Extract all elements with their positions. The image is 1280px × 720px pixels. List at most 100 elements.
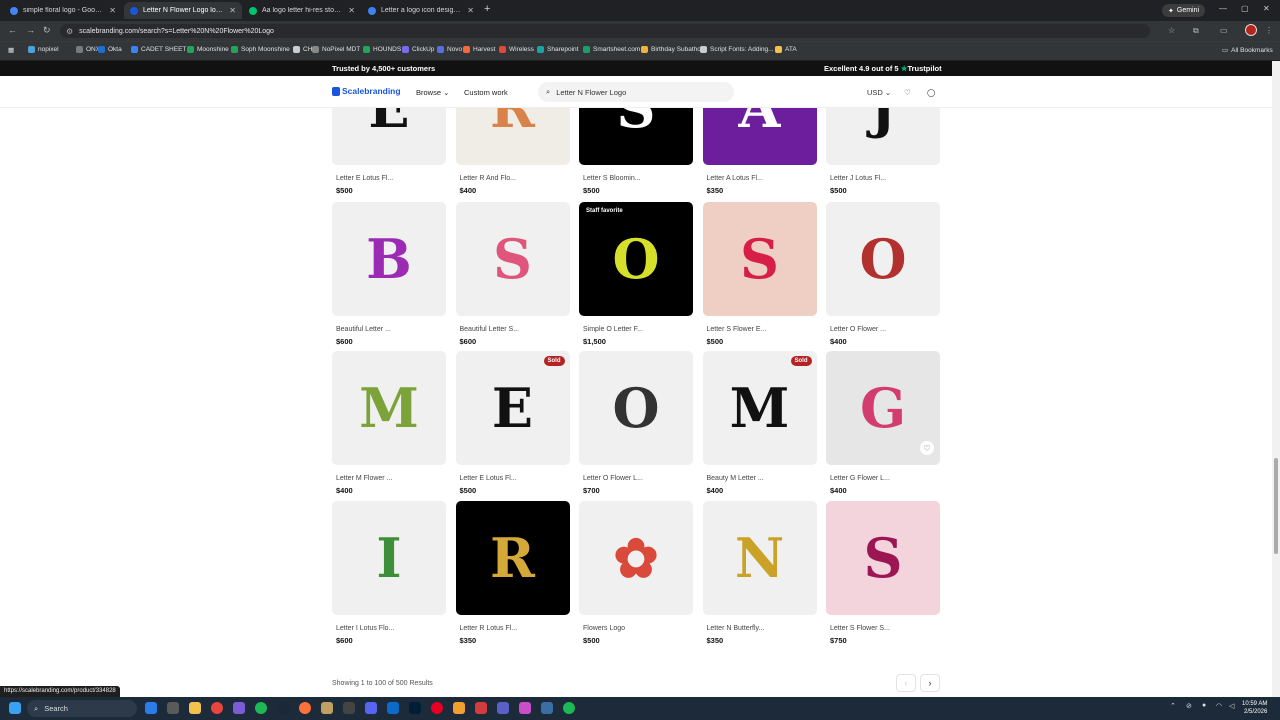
- bookmark-star-icon[interactable]: ☆: [1168, 26, 1175, 35]
- edge-icon[interactable]: [145, 702, 157, 714]
- currency-select[interactable]: USD ⌄: [867, 88, 891, 97]
- browser-tab[interactable]: Letter a logo icon design template✕: [362, 2, 480, 19]
- search-input[interactable]: ⌕ Letter N Flower Logo: [538, 82, 734, 102]
- bookmark-item[interactable]: Wireless: [499, 46, 534, 53]
- product-logo-image[interactable]: O: [579, 351, 693, 465]
- scrollbar-thumb[interactable]: [1274, 458, 1278, 554]
- discord-icon[interactable]: [365, 702, 377, 714]
- product-name[interactable]: Letter R Lotus Fl...: [460, 625, 570, 632]
- product-logo-image[interactable]: M: [332, 351, 446, 465]
- forward-icon[interactable]: →: [26, 25, 35, 35]
- product-card[interactable]: O Staff favorite Simple O Letter F... $1,50…: [579, 202, 693, 346]
- teams-icon[interactable]: [233, 702, 245, 714]
- product-logo-image[interactable]: A: [702, 108, 817, 165]
- app-icon-7[interactable]: [563, 702, 575, 714]
- product-name[interactable]: Letter A Lotus Fl...: [707, 175, 817, 182]
- product-name[interactable]: Letter S Flower E...: [707, 326, 817, 333]
- product-name[interactable]: Letter E Lotus Fl...: [336, 175, 446, 182]
- product-card[interactable]: N Letter N Butterfly... $350: [702, 501, 817, 645]
- bookmark-item[interactable]: Birthday Subathon: [641, 46, 704, 53]
- product-logo-image[interactable]: B: [332, 202, 446, 316]
- photoshop-icon[interactable]: [409, 702, 421, 714]
- bookmark-item[interactable]: Smartsheet.com: [583, 46, 640, 53]
- site-info-icon[interactable]: ⚙: [66, 27, 73, 36]
- product-logo-image[interactable]: S: [826, 501, 940, 615]
- product-logo-image[interactable]: J: [826, 108, 940, 165]
- product-logo-image[interactable]: ✿: [579, 501, 693, 615]
- product-card[interactable]: ✿ Flowers Logo $500: [579, 501, 693, 645]
- product-name[interactable]: Letter I Lotus Flo...: [336, 625, 446, 632]
- custom-work-link[interactable]: Custom work: [464, 88, 508, 97]
- product-card[interactable]: J Letter J Lotus Fl... $500: [826, 108, 940, 195]
- product-name[interactable]: Beautiful Letter ...: [336, 326, 446, 333]
- tray-chevron-icon[interactable]: ⌃: [1170, 702, 1176, 710]
- page-scrollbar[interactable]: [1272, 61, 1280, 697]
- product-name[interactable]: Letter E Lotus Fl...: [460, 475, 570, 482]
- bookmark-item[interactable]: Okta: [98, 46, 122, 53]
- bookmark-item[interactable]: nopixel: [28, 46, 59, 53]
- profile-avatar[interactable]: [1245, 24, 1257, 36]
- product-card[interactable]: M Letter M Flower ... $400: [332, 351, 446, 495]
- volume-icon[interactable]: ◁: [1229, 702, 1234, 710]
- steam-icon[interactable]: [277, 702, 289, 714]
- app-icon-2[interactable]: [453, 702, 465, 714]
- file-explorer-icon[interactable]: [189, 702, 201, 714]
- bookmark-item[interactable]: CADET SHEET: [131, 46, 186, 53]
- product-card[interactable]: G ♡ Letter G Flower L... $400: [826, 351, 940, 495]
- product-logo-image[interactable]: S: [579, 108, 693, 165]
- side-panel-icon[interactable]: ▭: [1220, 26, 1228, 35]
- product-name[interactable]: Letter O Flower L...: [583, 475, 693, 482]
- firefox-icon[interactable]: [299, 702, 311, 714]
- windows-start-icon[interactable]: [9, 702, 21, 714]
- address-bar[interactable]: ⚙ scalebranding.com/search?s=Letter%20N%…: [60, 24, 1150, 38]
- product-name[interactable]: Letter S Bloomin...: [583, 175, 693, 182]
- product-name[interactable]: Letter N Butterfly...: [707, 625, 817, 632]
- close-tab-icon[interactable]: ✕: [229, 6, 236, 15]
- product-name[interactable]: Letter O Flower ...: [830, 326, 940, 333]
- product-card[interactable]: B Beautiful Letter ... $600: [332, 202, 446, 346]
- product-logo-image[interactable]: R: [455, 108, 570, 165]
- close-window-icon[interactable]: ✕: [1263, 4, 1270, 13]
- product-logo-image[interactable]: G ♡: [826, 351, 940, 465]
- product-card[interactable]: S Letter S Flower E... $500: [702, 202, 817, 346]
- product-name[interactable]: Beautiful Letter S...: [460, 326, 570, 333]
- maximize-icon[interactable]: ▢: [1241, 4, 1249, 13]
- tray-icon[interactable]: ⊘: [1186, 702, 1192, 710]
- app-icon-6[interactable]: [541, 702, 553, 714]
- product-card[interactable]: R Letter R And Flo... $400: [455, 108, 570, 195]
- bookmark-item[interactable]: NoPixel MDT: [312, 46, 360, 53]
- all-bookmarks[interactable]: ▭ All Bookmarks: [1222, 46, 1273, 55]
- app-icon[interactable]: [321, 702, 333, 714]
- product-logo-image[interactable]: O: [826, 202, 940, 316]
- product-logo-image[interactable]: M Sold: [702, 351, 817, 465]
- product-card[interactable]: A Letter A Lotus Fl... $350: [702, 108, 817, 195]
- wifi-icon[interactable]: ◠: [1216, 702, 1222, 710]
- favorite-heart-icon[interactable]: ♡: [920, 441, 934, 455]
- pinterest-icon[interactable]: [431, 702, 443, 714]
- obs-icon[interactable]: [343, 702, 355, 714]
- site-logo[interactable]: Scalebranding: [332, 86, 401, 96]
- close-tab-icon[interactable]: ✕: [467, 6, 474, 15]
- apps-icon[interactable]: ▦: [8, 46, 14, 54]
- browse-menu[interactable]: Browse ⌄: [416, 88, 449, 97]
- bookmark-item[interactable]: ONX: [76, 46, 100, 53]
- product-card[interactable]: S Letter S Bloomin... $500: [579, 108, 693, 195]
- bookmark-item[interactable]: Script Fonts: Adding...: [700, 46, 774, 53]
- browser-tab[interactable]: Aa logo letter hi-res stock photography✕: [243, 2, 361, 19]
- account-icon[interactable]: ◯: [927, 88, 935, 97]
- bookmark-item[interactable]: ATA: [775, 46, 797, 53]
- product-card[interactable]: O Letter O Flower L... $700: [579, 351, 693, 495]
- reload-icon[interactable]: ↻: [43, 25, 51, 36]
- back-icon[interactable]: ←: [8, 25, 17, 35]
- product-name[interactable]: Beauty M Letter ...: [707, 475, 817, 482]
- bookmark-item[interactable]: Novo: [437, 46, 462, 53]
- close-tab-icon[interactable]: ✕: [109, 6, 116, 15]
- gemini-button[interactable]: ✦ Gemini: [1162, 4, 1206, 17]
- product-card[interactable]: R Letter R Lotus Fl... $350: [455, 501, 570, 645]
- product-logo-image[interactable]: S: [702, 202, 817, 316]
- bookmark-item[interactable]: Soph Moonshine: [231, 46, 290, 53]
- product-logo-image[interactable]: N: [702, 501, 817, 615]
- vscode-icon[interactable]: [387, 702, 399, 714]
- product-name[interactable]: Letter J Lotus Fl...: [830, 175, 940, 182]
- product-logo-image[interactable]: R: [455, 501, 570, 615]
